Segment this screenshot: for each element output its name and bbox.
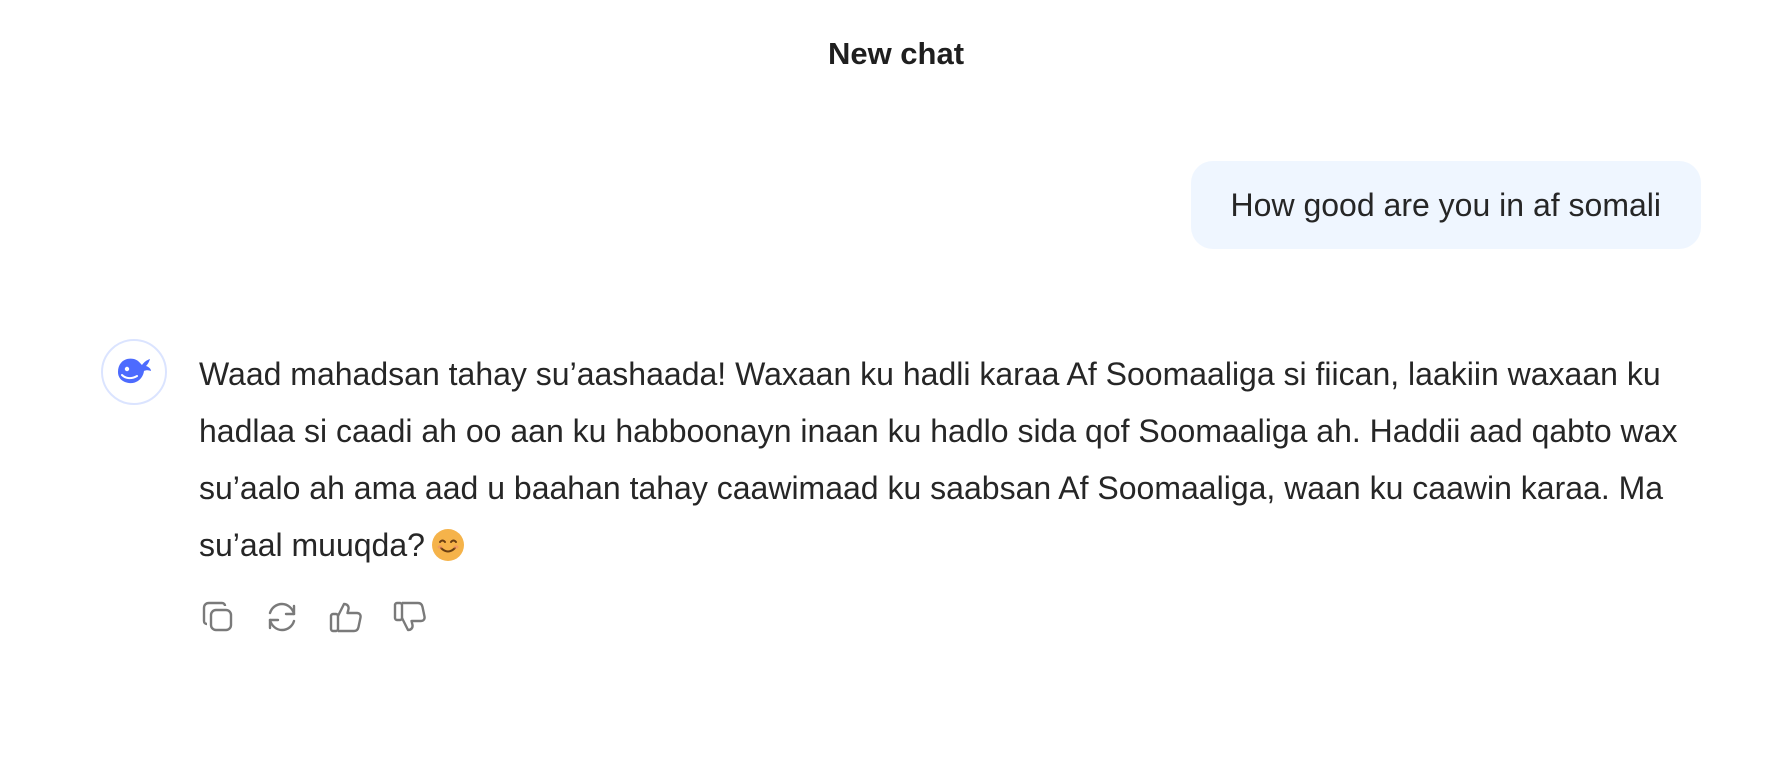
smiling-face-emoji-icon: [431, 523, 465, 561]
page-title: New chat: [827, 36, 965, 71]
copy-icon: [199, 598, 237, 641]
copy-button[interactable]: [199, 600, 237, 638]
thumbs-up-icon: [327, 598, 365, 641]
like-button[interactable]: [327, 600, 365, 638]
user-message-bubble: How good are you in af somali: [1190, 161, 1701, 249]
assistant-message: Waad mahadsan tahay su’aashaada! Waxaan …: [199, 346, 1699, 574]
dislike-button[interactable]: [391, 600, 429, 638]
user-message-text: How good are you in af somali: [1230, 186, 1661, 223]
message-actions: [199, 600, 429, 638]
assistant-message-text: Waad mahadsan tahay su’aashaada! Waxaan …: [199, 356, 1678, 563]
assistant-avatar: [101, 339, 167, 405]
whale-logo-icon: [112, 348, 156, 397]
regenerate-icon: [263, 598, 301, 641]
thumbs-down-icon: [391, 598, 429, 641]
regenerate-button[interactable]: [263, 600, 301, 638]
